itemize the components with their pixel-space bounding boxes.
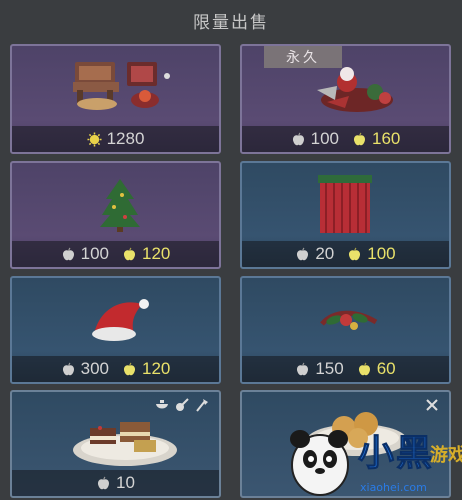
price-value: 120 — [142, 359, 171, 378]
price-value: 100 — [367, 244, 396, 263]
shop-card-red-curtain[interactable]: 20 100 — [240, 161, 451, 269]
svg-text:小: 小 — [358, 433, 394, 474]
svg-text:xiaohei.com: xiaohei.com — [360, 481, 427, 494]
page-title: 限量出售 — [193, 12, 269, 32]
holly-wreath-image — [320, 310, 378, 330]
price-value: 120 — [142, 244, 171, 263]
silver-apple-icon — [98, 476, 110, 489]
silver-apple-icon — [292, 132, 304, 145]
price-value: 100 — [310, 129, 339, 148]
gold-apple-icon — [358, 362, 370, 375]
svg-text:黑: 黑 — [396, 433, 432, 474]
silver-apple-icon — [297, 247, 309, 260]
christmas-decor-image — [317, 67, 393, 112]
price-bar: 10 — [12, 470, 219, 496]
red-curtain-image — [318, 175, 372, 233]
gold-coin-icon — [87, 131, 102, 147]
furniture-set-image — [73, 62, 170, 110]
price-value: 300 — [80, 359, 109, 378]
watermark-logo: 小 黑 游戏 xiaohei.com — [290, 430, 462, 496]
watermark-brand-suffix: 游戏 — [430, 444, 462, 466]
price-value: 150 — [315, 359, 344, 378]
shop-card-santa-hat[interactable]: 300 120 — [10, 276, 221, 384]
gold-apple-icon — [123, 362, 136, 375]
shop-card-christmas-decor[interactable]: 永久 100 160 — [240, 44, 451, 154]
cake-plate-image — [73, 422, 177, 466]
price-value: 20 — [315, 244, 335, 263]
gold-apple-icon — [123, 247, 136, 260]
price-value: 60 — [376, 359, 396, 378]
price-bar: 150 60 — [242, 356, 449, 382]
price-value: 160 — [372, 129, 401, 148]
christmas-tree-image — [100, 179, 140, 232]
shop-card-furniture-set[interactable]: 1280 — [10, 44, 221, 154]
price-value: 10 — [116, 473, 135, 492]
gold-apple-icon — [353, 132, 366, 145]
silver-apple-icon — [297, 362, 309, 375]
axe-icon — [196, 399, 208, 412]
price-bar: 100 120 — [12, 241, 219, 267]
price-value: 100 — [80, 244, 109, 263]
price-bar: 1280 — [12, 126, 219, 152]
shop-card-christmas-tree[interactable]: 100 120 — [10, 161, 221, 269]
price-bar: 300 120 — [12, 356, 219, 382]
shop-card-cake-plate[interactable]: 10 — [10, 390, 221, 498]
santa-hat-image — [92, 299, 149, 341]
shop-card-holly-wreath[interactable]: 150 60 — [240, 276, 451, 384]
silver-apple-icon — [62, 362, 74, 375]
price-bar: 100 160 — [242, 126, 449, 152]
price-value: 1280 — [106, 129, 145, 148]
silver-apple-icon — [62, 247, 74, 260]
price-bar: 20 100 — [242, 241, 449, 267]
gold-apple-icon — [349, 247, 361, 260]
